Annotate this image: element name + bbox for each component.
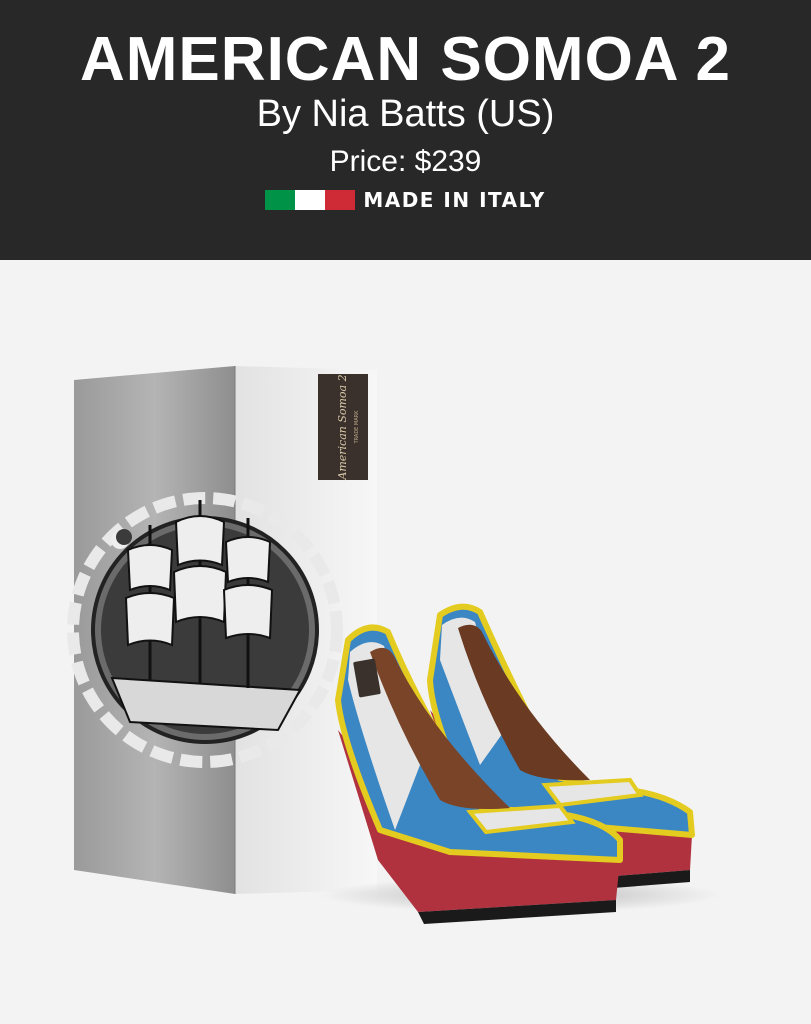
- product-title: AMERICAN SOMOA 2: [80, 25, 731, 94]
- italy-flag-icon: [265, 190, 356, 210]
- ship-emblem-artwork: [67, 492, 343, 768]
- designer-byline: By Nia Batts (US): [256, 93, 555, 135]
- product-header: AMERICAN SOMOA 2 By Nia Batts (US) Price…: [0, 0, 811, 260]
- product-price: Price: $239: [329, 145, 482, 178]
- made-in-label: MADE IN ITALY: [363, 188, 546, 212]
- product-image: American Somoa 2 TRADE MARK: [0, 260, 811, 1024]
- shoe-box: American Somoa 2 TRADE MARK: [67, 366, 377, 894]
- box-label-trademark: TRADE MARK: [354, 410, 360, 445]
- box-label-name: American Somoa 2: [336, 374, 349, 480]
- made-in-italy-badge: MADE IN ITALY: [0, 186, 811, 214]
